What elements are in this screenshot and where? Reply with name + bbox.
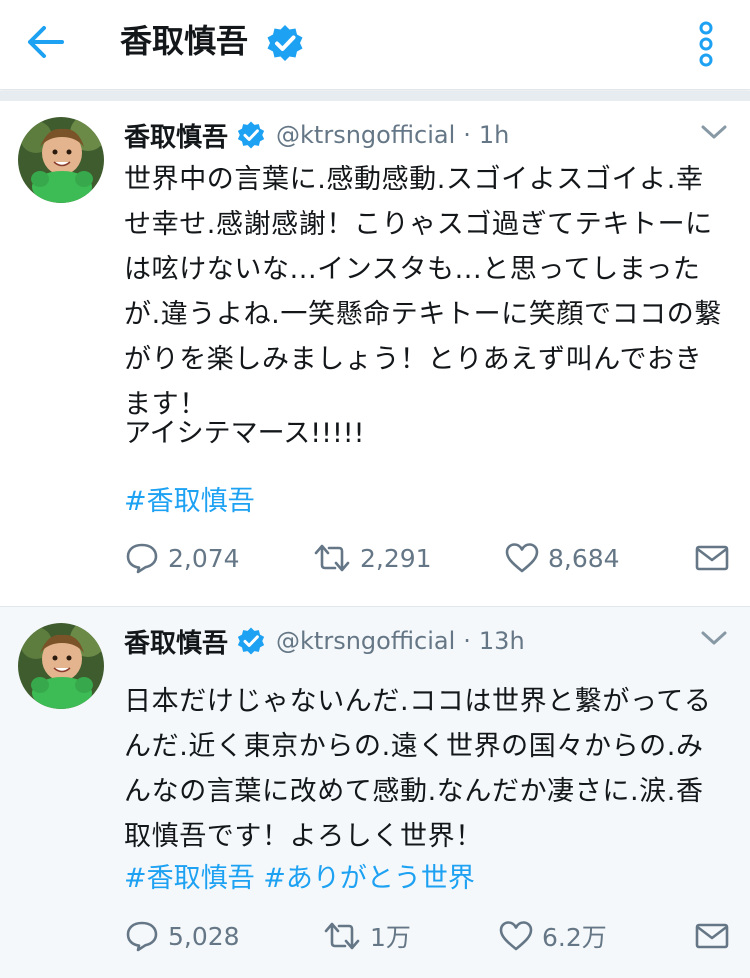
tweet-text-line: んなの言葉に改めて感動.なんだか凄さに.涙.香 bbox=[124, 776, 704, 807]
tweet-header: 香取慎吾 @ktrsngofficial · 13h bbox=[124, 621, 525, 661]
tweet-text-line: 取慎吾です！よろしく世界！ bbox=[124, 821, 483, 852]
tweet-text: 日本だけじゃないんだ.ココは世界と繋がってる んだ.近く東京からの.遠く世界の国… bbox=[124, 679, 724, 859]
like-count: 8,684 bbox=[548, 543, 620, 573]
display-name[interactable]: 香取慎吾 bbox=[124, 623, 228, 660]
hashtag-link[interactable]: #香取慎吾 bbox=[124, 486, 255, 517]
reply-icon bbox=[126, 543, 158, 574]
tweet-text-line: がりを楽しみましょう！とりあえず叫んでおき bbox=[124, 344, 703, 375]
display-name[interactable]: 香取慎吾 bbox=[124, 117, 228, 154]
retweet-icon bbox=[324, 922, 360, 950]
tweet-actions: 2,074 2,291 8,684 bbox=[124, 538, 734, 578]
hashtag-link[interactable]: #香取慎吾 bbox=[124, 863, 255, 894]
verified-badge-icon bbox=[267, 25, 303, 61]
arrow-left-icon[interactable] bbox=[22, 22, 68, 62]
tweet-header: 香取慎吾 @ktrsngofficial · 1h bbox=[124, 115, 509, 155]
retweet-button[interactable]: 1万 bbox=[322, 916, 411, 956]
direct-message-button[interactable] bbox=[694, 538, 730, 578]
envelope-icon bbox=[695, 545, 729, 571]
like-count: 6.2万 bbox=[542, 923, 607, 952]
retweet-icon bbox=[314, 544, 350, 572]
avatar[interactable] bbox=[18, 117, 104, 203]
tweet-text: 世界中の言葉に.感動感動.スゴイよスゴイよ.幸 せ幸せ.感謝感謝！こりゃスゴ過ぎ… bbox=[124, 157, 724, 427]
tweet-card[interactable]: 香取慎吾 @ktrsngofficial · 13h 日本だけじゃないんだ.ココ… bbox=[0, 606, 750, 978]
reply-icon bbox=[126, 921, 158, 952]
separator-dot: · bbox=[463, 121, 471, 149]
tweet-text-line: が.違うよね.一笑懸命テキトーに笑顔でココの繋 bbox=[124, 299, 722, 330]
tweet-text-line: アイシテマース!!!!! bbox=[124, 418, 365, 449]
retweet-button[interactable]: 2,291 bbox=[312, 538, 432, 578]
chevron-down-icon[interactable] bbox=[698, 627, 730, 649]
reply-button[interactable]: 2,074 bbox=[124, 538, 240, 578]
tweet-text-line: んだ.近く東京からの.遠く世界の国々からの.み bbox=[124, 731, 704, 762]
heart-icon bbox=[505, 543, 539, 573]
tweet-card[interactable]: 香取慎吾 @ktrsngofficial · 1h 世界中の言葉に.感動感動.ス… bbox=[0, 101, 750, 606]
more-vertical-icon[interactable] bbox=[688, 14, 724, 74]
tweet-text-line: 日本だけじゃないんだ.ココは世界と繋がってる bbox=[124, 686, 712, 717]
timestamp[interactable]: 13h bbox=[479, 627, 525, 655]
reply-button[interactable]: 5,028 bbox=[124, 916, 240, 956]
retweet-count: 1万 bbox=[370, 923, 411, 952]
hashtag-row: #香取慎吾 bbox=[124, 482, 255, 522]
envelope-icon bbox=[695, 923, 729, 949]
avatar[interactable] bbox=[18, 623, 104, 709]
tweet-text-line: は呟けないな...インスタも...と思ってしまった bbox=[124, 254, 701, 285]
reply-count: 5,028 bbox=[168, 921, 240, 951]
page-title: 香取慎吾 bbox=[120, 22, 249, 60]
separator-dot: · bbox=[463, 627, 471, 655]
direct-message-button[interactable] bbox=[694, 916, 730, 956]
hashtag-link[interactable]: #ありがとう世界 bbox=[263, 863, 475, 894]
tweet-text-line: 世界中の言葉に.感動感動.スゴイよスゴイよ.幸 bbox=[124, 164, 704, 195]
verified-badge-icon bbox=[237, 121, 265, 149]
like-button[interactable]: 6.2万 bbox=[498, 916, 607, 956]
retweet-count: 2,291 bbox=[360, 543, 432, 573]
timeline-gap bbox=[0, 91, 750, 101]
timestamp[interactable]: 1h bbox=[479, 121, 509, 149]
like-button[interactable]: 8,684 bbox=[504, 538, 620, 578]
chevron-down-icon[interactable] bbox=[698, 121, 730, 143]
user-handle[interactable]: @ktrsngofficial bbox=[276, 121, 455, 149]
heart-icon bbox=[499, 921, 533, 951]
top-app-bar: 香取慎吾 bbox=[0, 0, 750, 90]
tweet-text-line: せ幸せ.感謝感謝！こりゃスゴ過ぎてテキトーに bbox=[124, 209, 713, 240]
hashtag-row: #香取慎吾 #ありがとう世界 bbox=[124, 859, 475, 899]
verified-badge-icon bbox=[237, 627, 265, 655]
reply-count: 2,074 bbox=[168, 543, 240, 573]
tweet-actions: 5,028 1万 6.2万 bbox=[124, 916, 734, 956]
user-handle[interactable]: @ktrsngofficial bbox=[276, 627, 455, 655]
